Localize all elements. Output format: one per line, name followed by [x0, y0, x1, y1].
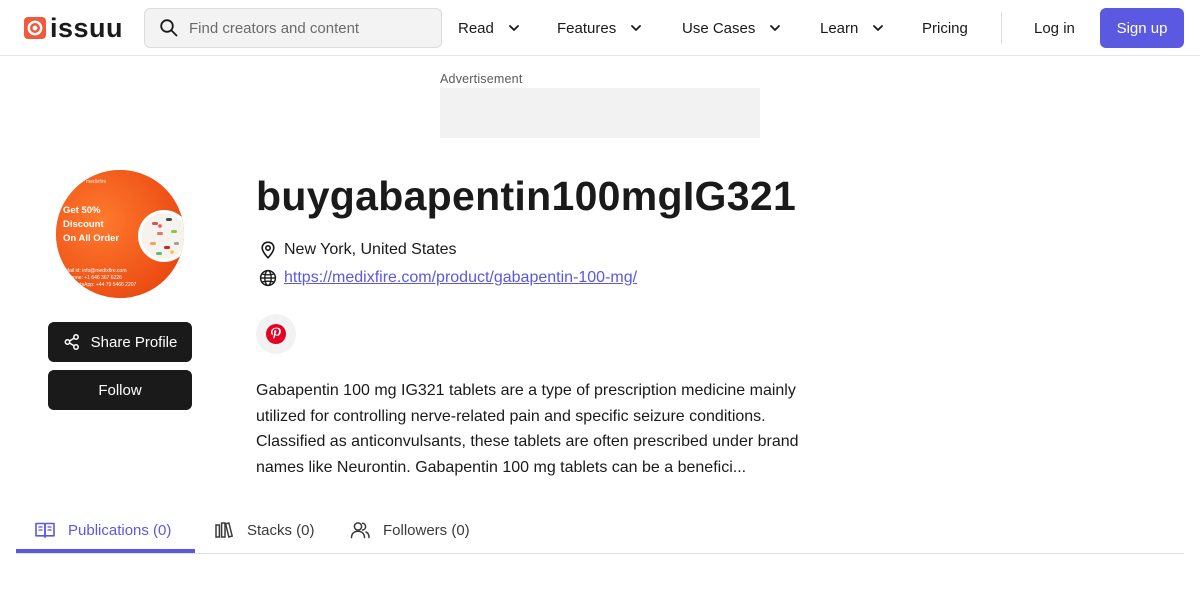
- profile-name: buygabapentin100mgIG321: [256, 173, 797, 219]
- share-profile-button[interactable]: Share Profile: [48, 322, 192, 362]
- signup-button[interactable]: Sign up: [1100, 8, 1184, 48]
- chevron-down-icon: [508, 25, 519, 31]
- chevron-down-icon: [631, 25, 642, 31]
- profile-website: https://medixfire.com/product/gabapentin…: [258, 267, 637, 289]
- avatar-image: medixfire Get 50% Discount On All Order …: [56, 170, 184, 298]
- globe-icon: [259, 269, 277, 287]
- nav-learn[interactable]: Learn: [820, 0, 884, 56]
- nav-pricing-label: Pricing: [922, 19, 968, 37]
- top-nav-bar: issuu Read Features Use Cases Learn Pric…: [0, 0, 1200, 56]
- logo-wordmark: issuu: [50, 12, 124, 43]
- nav-read-label: Read: [458, 19, 494, 37]
- stacks-icon: [215, 522, 234, 538]
- pinterest-button[interactable]: [256, 314, 296, 354]
- share-profile-label: Share Profile: [90, 333, 178, 351]
- chevron-down-icon: [770, 25, 781, 31]
- nav-features[interactable]: Features: [557, 0, 642, 56]
- location-pin-icon: [261, 241, 275, 259]
- profile-tabs: Publications (0) Stacks (0) Followers (0…: [16, 506, 1184, 554]
- search-bar[interactable]: [144, 8, 442, 48]
- nav-divider: [1001, 12, 1002, 44]
- avatar-promo-line-3: On All Order: [63, 233, 119, 244]
- avatar-promo-line-1: Get 50%: [63, 205, 101, 216]
- issuu-logo-icon: [24, 17, 46, 39]
- profile-location: New York, United States: [258, 239, 457, 261]
- pinterest-icon: [266, 324, 286, 344]
- login-link[interactable]: Log in: [1034, 0, 1075, 56]
- search-input[interactable]: [189, 19, 419, 37]
- open-book-icon: [35, 522, 55, 538]
- active-tab-indicator: [16, 549, 195, 553]
- avatar-contact-line-3: WhatsApp: +44 79 5466 2207: [70, 282, 137, 288]
- issuu-logo[interactable]: issuu: [24, 14, 123, 42]
- avatar-contact-line-1: Mail id: info@medixfire.com: [65, 268, 126, 274]
- search-icon: [160, 19, 178, 37]
- nav-pricing[interactable]: Pricing: [922, 0, 968, 56]
- profile-bio: Gabapentin 100 mg IG321 tablets are a ty…: [256, 382, 799, 476]
- nav-use-cases[interactable]: Use Cases: [682, 0, 781, 56]
- follow-button[interactable]: Follow: [48, 370, 192, 410]
- tab-stacks[interactable]: Stacks (0): [213, 506, 315, 554]
- nav-read[interactable]: Read: [458, 0, 520, 56]
- profile-avatar: medixfire Get 50% Discount On All Order …: [56, 170, 184, 298]
- share-icon: [64, 334, 79, 350]
- nav-learn-label: Learn: [820, 19, 859, 37]
- chevron-down-icon: [873, 25, 884, 31]
- tab-followers[interactable]: Followers (0): [349, 506, 470, 554]
- tab-publications-label: Publications (0): [68, 521, 172, 539]
- advertisement-slot[interactable]: [440, 88, 760, 138]
- tab-stacks-label: Stacks (0): [247, 521, 315, 539]
- nav-use-cases-label: Use Cases: [682, 19, 756, 37]
- website-link[interactable]: https://medixfire.com/product/gabapentin…: [284, 269, 637, 287]
- advertisement-label: Advertisement: [440, 72, 523, 86]
- avatar-contact-line-2: Phone: +1 646 367 6226: [67, 275, 122, 281]
- followers-icon: [350, 522, 370, 539]
- tab-followers-label: Followers (0): [383, 521, 470, 539]
- location-text: New York, United States: [284, 241, 457, 258]
- nav-features-label: Features: [557, 19, 617, 37]
- tab-publications[interactable]: Publications (0): [34, 506, 171, 554]
- avatar-promo-line-2: Discount: [63, 219, 104, 230]
- svg-text:medixfire: medixfire: [86, 179, 107, 185]
